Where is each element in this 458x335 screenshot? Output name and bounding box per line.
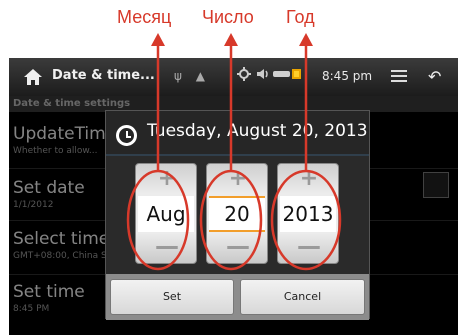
day-increment-button[interactable]: + (207, 168, 269, 190)
menu-icon[interactable] (391, 70, 407, 83)
year-picker: + 2013 — (277, 163, 339, 264)
set-button[interactable]: Set (110, 279, 234, 315)
annotation-day-label: Число (202, 7, 254, 27)
usb-icon: ψ (174, 69, 182, 83)
dialog-header: Tuesday, August 20, 2013 (106, 111, 369, 154)
annotation-month-label: Месяц (117, 7, 172, 27)
volume-icon (257, 69, 268, 79)
android-icon: ▲ (195, 69, 205, 83)
back-icon[interactable]: ↶ (428, 67, 441, 86)
device-screen: Date & time... ψ ▲ 8:45 pm ↶ Date & time… (9, 58, 458, 335)
battery-icon (273, 69, 301, 79)
annotation-year-label: Год (286, 7, 315, 27)
clock-icon (116, 125, 137, 146)
month-increment-button[interactable]: + (136, 168, 198, 190)
gps-icon (237, 67, 251, 81)
year-increment-button[interactable]: + (278, 168, 340, 190)
divider (106, 154, 369, 156)
day-decrement-button[interactable]: — (207, 234, 269, 258)
cancel-button[interactable]: Cancel (240, 279, 365, 315)
year-value[interactable]: 2013 (280, 196, 336, 232)
home-icon[interactable] (23, 68, 43, 86)
month-decrement-button[interactable]: — (136, 234, 198, 258)
status-bar: Date & time... ψ ▲ 8:45 pm ↶ (9, 58, 458, 96)
year-decrement-button[interactable]: — (278, 234, 340, 258)
status-bar-time: 8:45 pm (322, 69, 373, 83)
status-bar-title: Date & time... (52, 68, 155, 83)
dialog-title: Tuesday, August 20, 2013 (147, 121, 368, 141)
date-picker-dialog: Tuesday, August 20, 2013 + Aug — + 20 — … (105, 110, 370, 320)
day-picker: + 20 — (206, 163, 268, 264)
month-value[interactable]: Aug (138, 196, 194, 232)
day-value[interactable]: 20 (209, 196, 265, 232)
month-picker: + Aug — (135, 163, 197, 264)
dialog-button-bar: Set Cancel (106, 274, 369, 320)
